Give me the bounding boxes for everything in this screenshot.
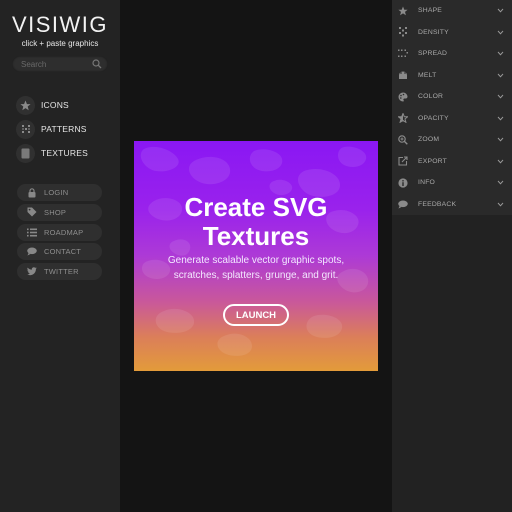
tagline: click + paste graphics [21, 39, 99, 48]
accordion-export[interactable]: EXPORT [392, 151, 512, 173]
hero-card: Create SVG Textures Generate scalable ve… [134, 141, 378, 371]
chevron-down-icon [497, 51, 504, 56]
chevron-down-icon [497, 137, 504, 142]
opacity-star-icon [398, 113, 408, 124]
spread-icon [398, 49, 408, 59]
accordion-shape[interactable]: SHAPE [392, 0, 512, 22]
link-login[interactable]: LOGIN [17, 184, 102, 201]
link-twitter[interactable]: TWITTER [17, 263, 102, 281]
chevron-down-icon [497, 30, 504, 35]
link-label: SHOP [44, 207, 67, 217]
hero-subtitle-line: scratches, splatters, grunge, and grit. [173, 269, 339, 281]
chevron-down-icon [497, 202, 504, 207]
accordion-label: DENSITY [418, 28, 449, 36]
accordion-label: ZOOM [418, 136, 440, 144]
link-roadmap[interactable]: ROADMAP [17, 223, 102, 241]
accordion-label: SPREAD [418, 50, 448, 58]
search-box[interactable] [12, 56, 108, 72]
feedback-icon [398, 199, 408, 209]
link-label: TWITTER [44, 267, 79, 277]
launch-button[interactable]: LAUNCH [223, 304, 289, 326]
nav-label: TEXTURES [41, 148, 88, 158]
chevron-down-icon [497, 180, 504, 185]
accordion-label: INFO [418, 179, 436, 187]
chevron-down-icon [497, 94, 504, 99]
settings-panel: SHAPE DENSITY SPREAD MELT COLOR OPACITY [392, 0, 512, 512]
nav-item-icons[interactable]: ICONS [16, 93, 88, 117]
secondary-links: LOGIN SHOP ROADMAP CONTACT TWITTER [17, 184, 102, 283]
pattern-icon [16, 119, 35, 139]
info-icon [398, 178, 408, 188]
melt-icon [398, 70, 408, 80]
link-contact[interactable]: CONTACT [17, 243, 102, 261]
star-icon [16, 95, 35, 115]
nav-item-textures[interactable]: TEXTURES [16, 141, 88, 165]
accordion-info[interactable]: INFO [392, 172, 512, 194]
accordion-label: COLOR [418, 93, 444, 101]
tag-icon [27, 207, 37, 217]
search-icon[interactable] [92, 59, 102, 69]
twitter-icon [27, 267, 37, 277]
accordion-zoom[interactable]: ZOOM [392, 129, 512, 151]
link-shop[interactable]: SHOP [17, 203, 102, 221]
hero-title-line: Create SVG [184, 192, 328, 222]
accordion-spread[interactable]: SPREAD [392, 43, 512, 65]
accordion-label: SHAPE [418, 7, 443, 15]
hero-subtitle: Generate scalable vector graphic spots, … [134, 254, 378, 283]
chevron-down-icon [497, 159, 504, 164]
chevron-down-icon [497, 116, 504, 121]
star-icon [398, 6, 408, 16]
left-sidebar: VISIWIG click + paste graphics ICONS PAT… [0, 0, 120, 512]
accordion-feedback[interactable]: FEEDBACK [392, 194, 512, 216]
palette-icon [398, 92, 408, 102]
density-icon [398, 27, 408, 37]
accordion-melt[interactable]: MELT [392, 65, 512, 87]
nav-label: ICONS [41, 100, 69, 110]
chat-icon [27, 247, 37, 257]
accordion-label: FEEDBACK [418, 200, 457, 208]
chevron-down-icon [497, 8, 504, 13]
link-label: LOGIN [44, 188, 69, 197]
texture-icon [16, 143, 35, 163]
link-label: ROADMAP [44, 227, 84, 237]
logo[interactable]: VISIWIG [0, 12, 120, 38]
list-icon [27, 227, 37, 237]
accordion-label: EXPORT [418, 157, 448, 165]
nav-label: PATTERNS [41, 124, 87, 134]
hero-title-line: Textures [202, 221, 310, 251]
accordion-label: MELT [418, 71, 437, 79]
hero-title: Create SVG Textures [134, 193, 378, 251]
link-label: CONTACT [44, 247, 82, 257]
hero-subtitle-line: Generate scalable vector graphic spots, [167, 255, 345, 266]
settings-accordion: SHAPE DENSITY SPREAD MELT COLOR OPACITY [392, 0, 512, 215]
search-input[interactable] [21, 58, 91, 70]
main-nav: ICONS PATTERNS TEXTURES [16, 93, 88, 165]
accordion-opacity[interactable]: OPACITY [392, 108, 512, 130]
accordion-label: OPACITY [418, 114, 449, 122]
accordion-color[interactable]: COLOR [392, 86, 512, 108]
nav-item-patterns[interactable]: PATTERNS [16, 117, 88, 141]
lock-icon [27, 187, 37, 198]
accordion-density[interactable]: DENSITY [392, 22, 512, 44]
zoom-icon [398, 134, 408, 145]
export-icon [398, 156, 408, 166]
chevron-down-icon [497, 73, 504, 78]
